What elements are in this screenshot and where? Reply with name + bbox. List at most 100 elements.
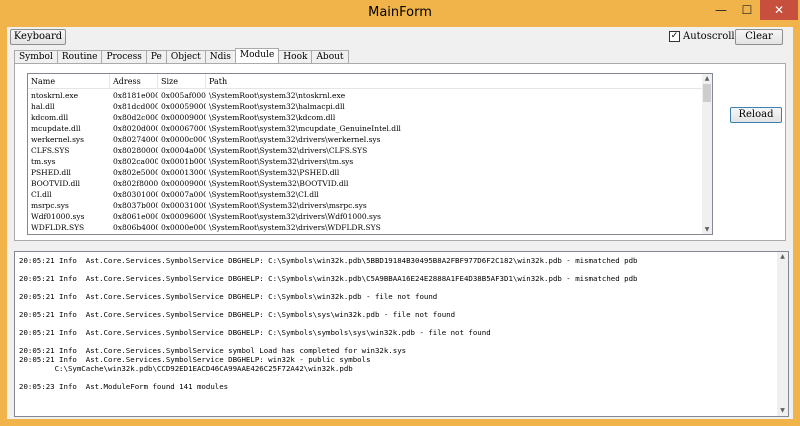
module-path-cell: \SystemRoot\system32\CI.dll bbox=[209, 190, 319, 199]
tab-strip: Symbol Routine Process Pe Object Ndis Mo… bbox=[14, 48, 349, 63]
module-size-cell: 0x0000c000 bbox=[161, 135, 206, 144]
log-scroll-up-icon[interactable]: ▲ bbox=[777, 252, 788, 262]
maximize-button[interactable]: ☐ bbox=[734, 0, 760, 20]
module-path-cell: \SystemRoot\System32\drivers\CLFS.SYS bbox=[209, 146, 368, 155]
column-header-name[interactable]: Name bbox=[28, 74, 110, 89]
module-size-cell: 0x0001b000 bbox=[161, 157, 206, 166]
tab-routine[interactable]: Routine bbox=[56, 50, 103, 63]
module-name-cell: WDFLDR.SYS bbox=[31, 223, 85, 232]
log-line: 20:05:21 Info Ast.Core.Services.SymbolSe… bbox=[19, 310, 456, 319]
module-size-cell: 0x005af000 bbox=[161, 91, 206, 100]
module-size-cell: 0x00067000 bbox=[161, 124, 206, 133]
close-button[interactable]: ✕ bbox=[760, 0, 798, 20]
table-row[interactable]: WDFLDR.SYS 0x806b4000 0x0000e000 \SystemRoo… bbox=[28, 222, 704, 233]
module-name-cell: hal.dll bbox=[31, 102, 55, 111]
table-row[interactable]: kdcom.dll 0x80d2c000 0x00009000 \SystemRoot… bbox=[28, 112, 704, 123]
table-row[interactable]: msrpc.sys 0x8037b000 0x00031000 \SystemRoot… bbox=[28, 200, 704, 211]
table-row[interactable]: werkernel.sys 0x80274000 0x0000c000 \System… bbox=[28, 134, 704, 145]
module-address-cell: 0x81dcd000 bbox=[113, 102, 158, 111]
autoscroll-label: Autoscroll bbox=[683, 31, 735, 42]
tab-module[interactable]: Module bbox=[234, 48, 280, 63]
tab-symbol[interactable]: Symbol bbox=[14, 50, 58, 63]
module-path-cell: \SystemRoot\system32\drivers\Wdf01000.sy… bbox=[209, 212, 381, 221]
module-name-cell: werkernel.sys bbox=[31, 135, 84, 144]
column-header-address[interactable]: Adress bbox=[110, 74, 158, 89]
module-address-cell: 0x8020d000 bbox=[113, 124, 158, 133]
module-list-scrollbar[interactable]: ▲ ▼ bbox=[702, 74, 712, 234]
log-line: 20:05:21 Info Ast.Core.Services.SymbolSe… bbox=[19, 328, 491, 337]
table-row[interactable]: BOOTVID.dll 0x802f8000 0x00009000 \SystemRo… bbox=[28, 178, 704, 189]
module-address-cell: 0x802e5000 bbox=[113, 168, 158, 177]
module-path-cell: \SystemRoot\system32\drivers\WDFLDR.SYS bbox=[209, 223, 381, 232]
module-size-cell: 0x00096000 bbox=[161, 212, 206, 221]
table-row[interactable]: ntoskrnl.exe 0x8181e000 0x005af000 \SystemR… bbox=[28, 90, 704, 101]
column-header-path[interactable]: Path bbox=[206, 74, 704, 89]
minimize-button[interactable]: — bbox=[708, 0, 734, 20]
tab-ndis[interactable]: Ndis bbox=[204, 50, 236, 63]
module-name-cell: mcupdate.dll bbox=[31, 124, 81, 133]
module-size-cell: 0x00013000 bbox=[161, 168, 206, 177]
tab-pe[interactable]: Pe bbox=[145, 50, 167, 63]
module-list[interactable]: Name Adress Size Path ntoskrnl.exe 0x8181… bbox=[27, 73, 713, 235]
log-line: 20:05:21 Info Ast.Core.Services.SymbolSe… bbox=[19, 292, 438, 301]
reload-button[interactable]: Reload bbox=[730, 107, 782, 123]
log-output[interactable]: 20:05:21 Info Ast.Core.Services.SymbolSe… bbox=[14, 251, 789, 417]
table-row[interactable]: CI.dll 0x80301000 0x0007a000 \SystemRoot\sy… bbox=[28, 189, 704, 200]
keyboard-button[interactable]: Keyboard bbox=[10, 29, 66, 45]
clear-button[interactable]: Clear bbox=[735, 29, 783, 45]
tab-hook[interactable]: Hook bbox=[278, 50, 313, 63]
module-name-cell: CLFS.SYS bbox=[31, 146, 70, 155]
module-address-cell: 0x80274000 bbox=[113, 135, 158, 144]
table-row[interactable]: mcupdate.dll 0x8020d000 0x00067000 \SystemR… bbox=[28, 123, 704, 134]
module-name-cell: BOOTVID.dll bbox=[31, 179, 81, 188]
log-line: 20:05:21 Info Ast.Core.Services.SymbolSe… bbox=[19, 256, 638, 265]
module-path-cell: \SystemRoot\System32\PSHED.dll bbox=[209, 168, 340, 177]
module-name-cell: ntoskrnl.exe bbox=[31, 91, 79, 100]
title-bar[interactable]: MainForm — ☐ ✕ bbox=[0, 0, 800, 27]
autoscroll-checkbox[interactable]: ✓ bbox=[669, 31, 680, 42]
client-area: Keyboard ✓ Autoscroll Clear Symbol Routi… bbox=[7, 27, 793, 419]
module-name-cell: Wdf01000.sys bbox=[31, 212, 85, 221]
module-address-cell: 0x80280000 bbox=[113, 146, 158, 155]
splitter[interactable] bbox=[14, 242, 786, 246]
scroll-up-arrow-icon[interactable]: ▲ bbox=[702, 74, 712, 83]
table-row[interactable]: CLFS.SYS 0x80280000 0x0004a000 \SystemRoot\… bbox=[28, 145, 704, 156]
module-list-header: Name Adress Size Path bbox=[28, 74, 712, 89]
tab-process[interactable]: Process bbox=[101, 50, 147, 63]
tab-object[interactable]: Object bbox=[165, 50, 206, 63]
table-row[interactable]: Wdf01000.sys 0x8061e000 0x00096000 \SystemR… bbox=[28, 211, 704, 222]
column-header-size[interactable]: Size bbox=[158, 74, 206, 89]
module-path-cell: \SystemRoot\system32\mcupdate_GenuineInt… bbox=[209, 124, 401, 133]
module-path-cell: \SystemRoot\system32\kdcom.dll bbox=[209, 113, 336, 122]
table-row[interactable]: PSHED.dll 0x802e5000 0x00013000 \SystemRoot… bbox=[28, 167, 704, 178]
module-size-cell: 0x00009000 bbox=[161, 113, 206, 122]
scroll-thumb[interactable] bbox=[703, 84, 711, 102]
module-size-cell: 0x0000e000 bbox=[161, 223, 206, 232]
module-address-cell: 0x8037b000 bbox=[113, 201, 158, 210]
log-line: 20:05:23 Info Ast.ModuleForm found 141 m… bbox=[19, 382, 229, 391]
module-path-cell: \SystemRoot\system32\drivers\werkernel.s… bbox=[209, 135, 381, 144]
table-row[interactable]: hal.dll 0x81dcd000 0x00059000 \SystemRoot\s… bbox=[28, 101, 704, 112]
tab-about[interactable]: About bbox=[311, 50, 349, 63]
module-path-cell: \SystemRoot\system32\ntoskrnl.exe bbox=[209, 91, 346, 100]
table-row[interactable]: tm.sys 0x802ca000 0x0001b000 \SystemRoot\Sy… bbox=[28, 156, 704, 167]
autoscroll-checkbox-group[interactable]: ✓ Autoscroll bbox=[669, 31, 735, 42]
log-line: C:\SymCache\win32k.pdb\CCD92ED1EACD46CA9… bbox=[19, 364, 353, 373]
log-scroll-down-icon[interactable]: ▼ bbox=[777, 406, 788, 416]
log-line: 20:05:21 Info Ast.Core.Services.SymbolSe… bbox=[19, 274, 638, 283]
module-address-cell: 0x802ca000 bbox=[113, 157, 158, 166]
scroll-down-arrow-icon[interactable]: ▼ bbox=[702, 225, 712, 234]
window-title: MainForm bbox=[368, 5, 432, 20]
log-line: 20:05:21 Info Ast.Core.Services.SymbolSe… bbox=[19, 346, 407, 355]
module-name-cell: PSHED.dll bbox=[31, 168, 71, 177]
main-window: MainForm — ☐ ✕ Keyboard ✓ Autoscroll Cle… bbox=[0, 0, 800, 426]
module-address-cell: 0x806b4000 bbox=[113, 223, 158, 232]
module-path-cell: \SystemRoot\system32\halmacpi.dll bbox=[209, 102, 345, 111]
log-scrollbar[interactable]: ▲ ▼ bbox=[777, 252, 788, 416]
module-name-cell: msrpc.sys bbox=[31, 201, 69, 210]
